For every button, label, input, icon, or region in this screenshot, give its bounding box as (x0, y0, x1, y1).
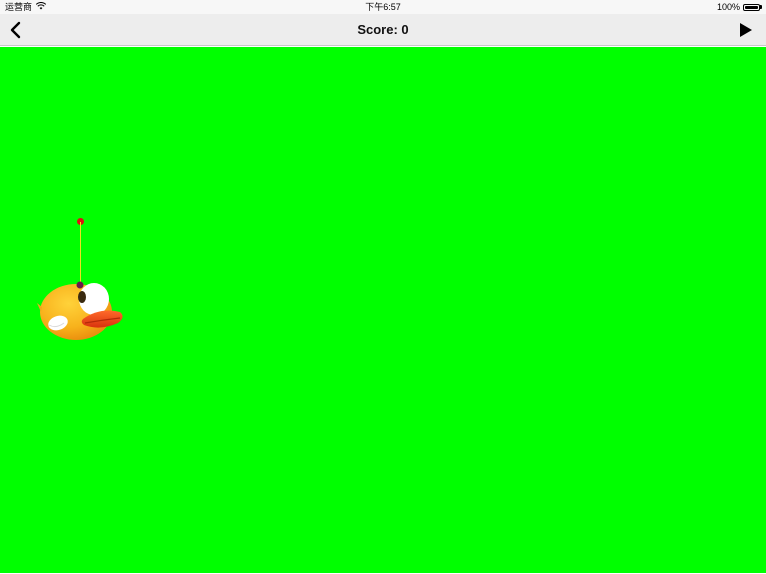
bird-sprite (36, 277, 126, 345)
device-screen: 运营商 下午6:57 100% Score: 0 (0, 0, 766, 574)
battery-percent: 100% (716, 2, 740, 12)
navigation-bar: Score: 0 (0, 14, 766, 46)
play-button[interactable] (738, 22, 754, 38)
status-bar: 运营商 下午6:57 100% (0, 0, 766, 14)
score-title: Score: 0 (357, 22, 409, 37)
rope (80, 222, 81, 285)
game-canvas[interactable] (0, 47, 766, 573)
battery-fill (745, 5, 758, 9)
battery-cap (760, 5, 762, 9)
status-time: 下午6:57 (365, 2, 401, 12)
status-right: 100% (717, 0, 762, 14)
play-icon (740, 23, 752, 37)
battery-icon (743, 3, 760, 11)
